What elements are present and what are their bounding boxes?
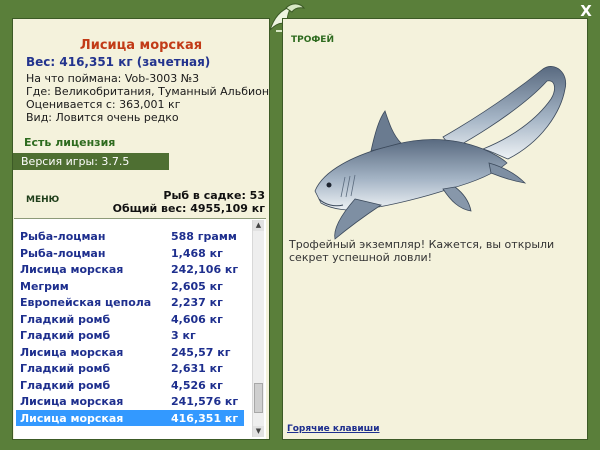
fish-name: Лисица морская [20,345,124,359]
fish-weight-cell: 4,526 кг [171,378,223,392]
version-bar: Версия игры: 3.7.5 [13,153,169,170]
fish-weight-cell: 2,237 кг [171,296,223,309]
fish-weight-cell: 242,106 кг [171,263,239,276]
trophy-label: ТРОФЕЙ [291,35,334,45]
fish-weight-cell: 4,606 кг [171,312,223,326]
scroll-thumb[interactable] [254,383,263,413]
fish-name: Рыба-лоцман [20,230,106,243]
fish-name: Рыба-лоцман [20,246,106,260]
fish-weight-cell: 241,576 кг [171,395,239,408]
fish-weight-cell: 3 кг [171,329,196,342]
fish-name: Гладкий ромб [20,312,111,326]
fish-weight-cell: 416,351 кг [171,411,239,425]
menu-button[interactable]: МЕНЮ [26,195,59,205]
hotkeys-link[interactable]: Горячие клавиши [287,424,380,434]
fish-name: Гладкий ромб [20,362,111,375]
total-weight: Общий вес: 4955,109 кг [112,202,265,215]
scroll-up-icon[interactable]: ▲ [253,220,264,231]
keepnet-stats: Рыб в садке: 53 Общий вес: 4955,109 кг [113,189,265,215]
fish-weight-cell: 2,605 кг [171,279,223,293]
fish-list-row[interactable]: Гладкий ромб 3 кг [16,327,244,344]
fish-weight: Вес: 416,351 кг (зачетная) [26,55,211,69]
scroll-down-icon[interactable]: ▼ [253,426,264,437]
fish-list-row[interactable]: Гладкий ромб 4,526 кг [16,377,244,394]
fish-weight-cell: 2,631 кг [171,362,223,375]
fish-name: Лисица морская [20,411,124,425]
fish-name: Лисица морская [20,395,124,408]
licence-status: Есть лицензия [24,136,116,149]
fish-list-row[interactable]: Европейская цепола 2,237 кг [16,294,244,311]
fish-name: Мегрим [20,279,69,293]
fish-list: Рыба-лоцман 588 грамм Рыба-лоцман 1,468 кг Л… [16,228,244,426]
fish-name: Гладкий ромб [20,329,111,342]
fish-list-row[interactable]: Лисица морская 245,57 кг [16,344,244,361]
rarity-info: Вид: Ловится очень редко [26,111,179,124]
fish-list-box: Рыба-лоцман 588 грамм Рыба-лоцман 1,468 кг Л… [14,218,266,439]
trophy-panel: ТРОФЕЙ Трофейный экземпляр! Кажется, вы … [282,18,588,440]
trophy-window: X Лисица морская Вес: 416,351 кг (зачетн… [0,0,600,450]
trophy-message: Трофейный экземпляр! Кажется, вы открыли… [289,238,555,264]
fish-name: Европейская цепола [20,296,152,309]
bait-info: На что поймана: Vob-3003 №3 [26,72,200,85]
fish-weight-cell: 1,468 кг [171,246,223,260]
fish-list-row[interactable]: Рыба-лоцман 588 грамм [16,228,244,245]
fish-list-row[interactable]: Лисица морская 241,576 кг [16,393,244,410]
fish-list-row[interactable]: Лисица морская 416,351 кг [16,409,244,426]
list-scrollbar[interactable]: ▲ ▼ [252,220,264,437]
fish-title: Лисица морская [79,38,203,53]
fish-name: Гладкий ромб [20,378,111,392]
fish-list-row[interactable]: Лисица морская 242,106 кг [16,261,244,278]
close-button[interactable]: X [578,3,594,19]
fish-count: Рыб в садке: 53 [163,189,265,202]
value-info: Оценивается с: 363,001 кг [26,98,181,111]
fish-name: Лисица морская [20,263,124,276]
fish-list-row[interactable]: Гладкий ромб 2,631 кг [16,360,244,377]
fish-weight-cell: 588 грамм [171,230,237,243]
fish-list-row[interactable]: Рыба-лоцман 1,468 кг [16,245,244,262]
catch-info-panel: Лисица морская Вес: 416,351 кг (зачетная… [12,18,270,440]
thresher-shark-image [314,66,567,240]
location-info: Где: Великобритания, Туманный Альбион [26,85,270,98]
fish-list-row[interactable]: Гладкий ромб 4,606 кг [16,311,244,328]
fish-weight-cell: 245,57 кг [171,345,231,359]
fish-list-row[interactable]: Мегрим 2,605 кг [16,278,244,295]
